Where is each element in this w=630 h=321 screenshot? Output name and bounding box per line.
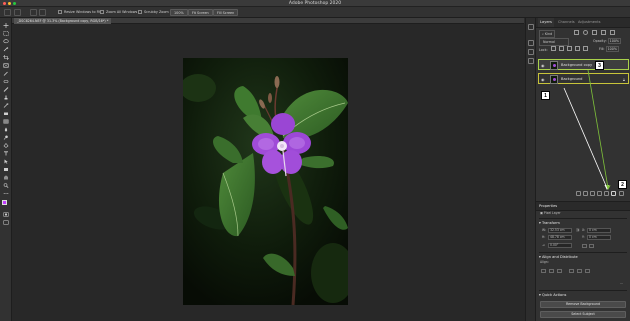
width-label: W: bbox=[542, 228, 546, 232]
height-label: H: bbox=[542, 235, 546, 239]
spot-healing-tool-icon[interactable] bbox=[3, 79, 9, 84]
flip-horizontal-icon[interactable] bbox=[582, 244, 587, 248]
zoom-out-icon[interactable] bbox=[39, 9, 46, 16]
path-selection-tool-icon[interactable] bbox=[3, 159, 9, 164]
callout-2: 2 bbox=[618, 180, 627, 189]
more-options-icon[interactable]: ··· bbox=[620, 282, 623, 287]
select-subject-button[interactable]: Select Subject bbox=[540, 311, 626, 318]
link-dimensions-icon[interactable]: ⛓ bbox=[576, 228, 580, 233]
arrow-green bbox=[587, 69, 609, 189]
height-field[interactable]: 48.78 cm bbox=[548, 235, 572, 240]
marquee-tool-icon[interactable] bbox=[3, 31, 9, 36]
adjustments-panel-icon[interactable] bbox=[528, 49, 534, 55]
flip-vertical-icon[interactable] bbox=[589, 244, 594, 248]
rectangle-tool-icon[interactable] bbox=[3, 167, 9, 172]
x-field[interactable]: 0 cm bbox=[587, 228, 611, 233]
frame-tool-icon[interactable] bbox=[3, 63, 9, 68]
zoom-100-button[interactable]: 100% bbox=[170, 9, 188, 16]
angle-field[interactable]: 0.00° bbox=[548, 243, 572, 248]
adjustment-layer-icon[interactable] bbox=[597, 191, 602, 196]
scrubby-zoom-checkbox[interactable]: Scrubby Zoom bbox=[138, 9, 169, 16]
link-layers-icon[interactable] bbox=[576, 191, 581, 196]
quick-mask-icon[interactable] bbox=[3, 212, 9, 217]
app-title: Adobe Photoshop 2020 bbox=[288, 1, 342, 6]
transform-section-header[interactable]: ▾ Transform bbox=[539, 220, 560, 226]
callout-1: 1 bbox=[541, 91, 550, 100]
zoom-tool-icon[interactable] bbox=[14, 9, 21, 16]
move-tool-icon[interactable] bbox=[3, 23, 9, 28]
history-brush-tool-icon[interactable] bbox=[3, 103, 9, 108]
quick-actions-section-header[interactable]: ▾ Quick Actions bbox=[539, 292, 566, 298]
align-middle-icon[interactable] bbox=[577, 269, 582, 273]
pen-tool-icon[interactable] bbox=[3, 143, 9, 148]
more-tools-icon[interactable] bbox=[3, 191, 9, 196]
fill-screen-button[interactable]: Fill Screen bbox=[213, 9, 239, 16]
libraries-panel-icon[interactable] bbox=[528, 40, 534, 46]
align-top-icon[interactable] bbox=[569, 269, 574, 273]
blur-tool-icon[interactable] bbox=[3, 127, 9, 132]
divider bbox=[539, 252, 627, 253]
zoom-all-windows-checkbox[interactable]: Zoom All Windows bbox=[100, 9, 137, 16]
align-left-icon[interactable] bbox=[541, 269, 546, 273]
panels-column: Layers Channels Adjustments ⌕ Kind Norma… bbox=[536, 18, 630, 321]
screen-mode-icon[interactable] bbox=[3, 220, 9, 225]
tools-panel bbox=[0, 18, 12, 321]
delete-layer-icon[interactable] bbox=[619, 191, 624, 196]
properties-title: Properties bbox=[539, 204, 558, 208]
divider bbox=[539, 218, 627, 219]
brush-tool-icon[interactable] bbox=[3, 87, 9, 92]
eraser-tool-icon[interactable] bbox=[3, 111, 9, 116]
fit-screen-button[interactable]: Fit Screen bbox=[188, 9, 213, 16]
layer-mask-icon[interactable] bbox=[590, 191, 595, 196]
angle-icon: ⊿ bbox=[542, 243, 545, 247]
eyedropper-tool-icon[interactable] bbox=[3, 71, 9, 76]
y-label: Y: bbox=[582, 235, 585, 239]
align-sub-label: Align: bbox=[540, 260, 549, 264]
type-tool-icon[interactable] bbox=[3, 151, 9, 156]
align-right-icon[interactable] bbox=[557, 269, 562, 273]
properties-header: Properties bbox=[536, 201, 630, 211]
x-label: X: bbox=[582, 228, 586, 232]
new-group-icon[interactable] bbox=[604, 191, 609, 196]
document-image[interactable] bbox=[183, 58, 348, 305]
lasso-tool-icon[interactable] bbox=[3, 39, 9, 44]
width-field[interactable]: 32.53 cm bbox=[548, 228, 572, 233]
align-center-icon[interactable] bbox=[549, 269, 554, 273]
y-field[interactable]: 0 cm bbox=[587, 235, 611, 240]
arrow-white bbox=[563, 87, 608, 189]
layer-type: ▣ Pixel Layer bbox=[540, 211, 561, 215]
paths-panel-icon[interactable] bbox=[528, 58, 534, 64]
zoom-tool-sidebar-icon[interactable] bbox=[3, 183, 9, 188]
layer-style-icon[interactable] bbox=[583, 191, 588, 196]
flower-photo bbox=[183, 58, 348, 305]
foreground-color-swatch[interactable] bbox=[2, 200, 7, 205]
hand-tool-icon[interactable] bbox=[3, 175, 9, 180]
gradient-tool-icon[interactable] bbox=[3, 119, 9, 124]
clone-stamp-tool-icon[interactable] bbox=[3, 95, 9, 100]
align-bottom-icon[interactable] bbox=[585, 269, 590, 273]
remove-background-button[interactable]: Remove Background bbox=[540, 301, 626, 308]
history-panel-icon[interactable] bbox=[528, 24, 534, 30]
options-bar: Resize Windows to Fit Zoom All Windows S… bbox=[0, 7, 630, 18]
home-icon[interactable] bbox=[4, 9, 11, 16]
title-bar: Adobe Photoshop 2020 bbox=[0, 0, 630, 7]
dodge-tool-icon[interactable] bbox=[3, 135, 9, 140]
resize-windows-checkbox[interactable]: Resize Windows to Fit bbox=[58, 9, 101, 16]
zoom-in-icon[interactable] bbox=[30, 9, 37, 16]
annotation-arrows bbox=[563, 69, 611, 190]
quick-selection-tool-icon[interactable] bbox=[3, 47, 9, 52]
panel-icon-strip bbox=[525, 18, 536, 321]
crop-tool-icon[interactable] bbox=[3, 55, 9, 60]
callout-3: 3 bbox=[595, 61, 604, 70]
new-layer-icon[interactable] bbox=[611, 191, 616, 196]
divider bbox=[539, 290, 627, 291]
